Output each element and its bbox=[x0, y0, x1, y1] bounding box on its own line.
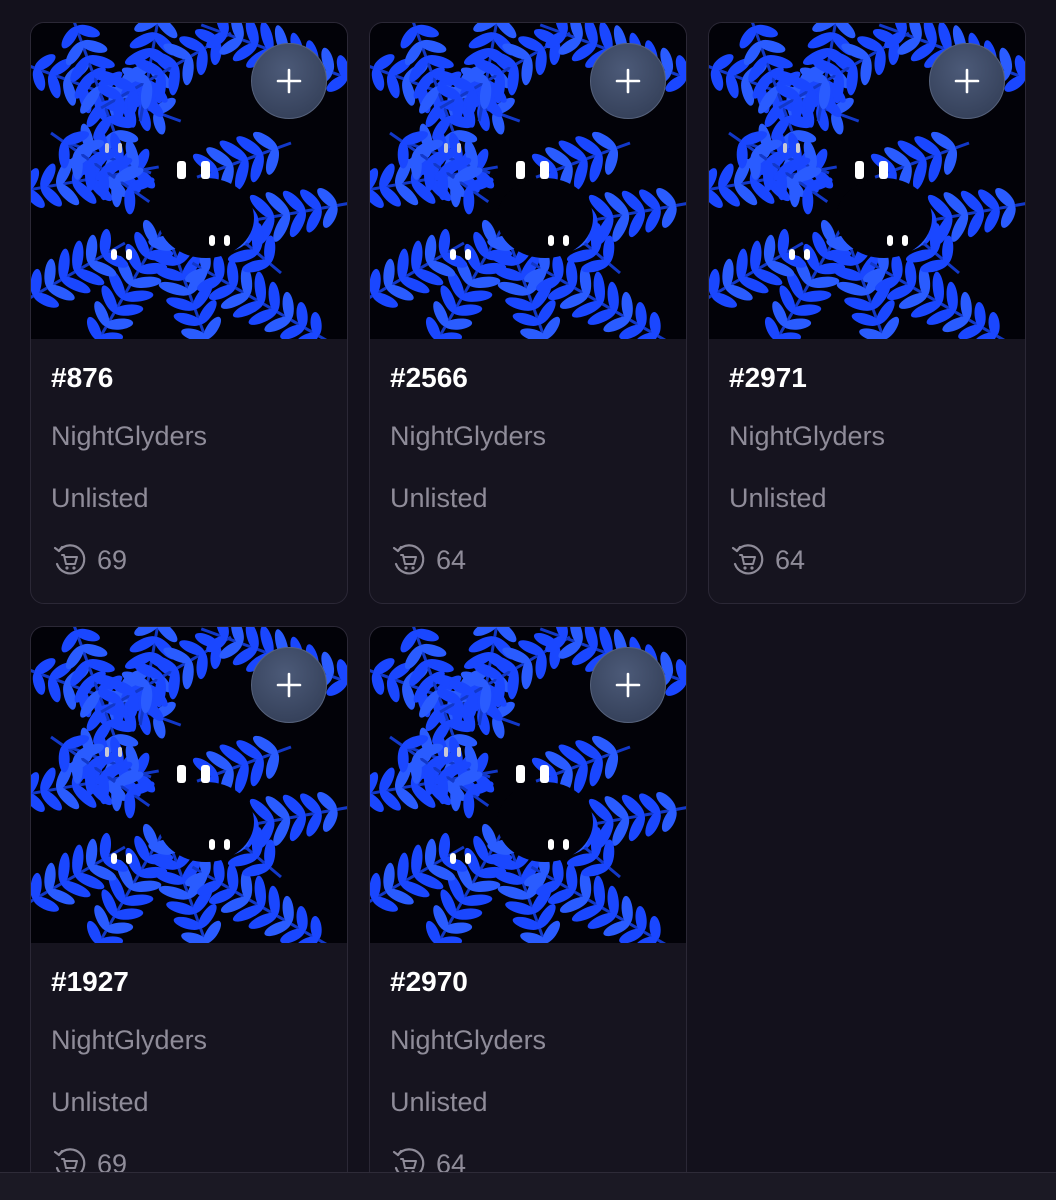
cart-icon bbox=[392, 544, 425, 575]
nft-card[interactable]: #2970 NightGlyders Unlisted 64 bbox=[369, 626, 687, 1172]
cart-icon bbox=[392, 1148, 425, 1172]
plus-icon bbox=[276, 68, 302, 94]
add-to-cart-button[interactable] bbox=[251, 647, 327, 723]
token-id: #2970 bbox=[390, 966, 468, 997]
offers-row: 64 bbox=[729, 543, 1005, 577]
nft-card-info: #2566 NightGlyders Unlisted 64 bbox=[370, 361, 686, 577]
nft-grid: #876 NightGlyders Unlisted 69 #2566 Nigh… bbox=[30, 22, 1026, 1172]
plus-icon bbox=[615, 672, 641, 698]
plus-icon bbox=[276, 672, 302, 698]
offers-row: 69 bbox=[51, 1147, 327, 1172]
offers-count: 64 bbox=[436, 1149, 467, 1172]
nft-card[interactable]: #2566 NightGlyders Unlisted 64 bbox=[369, 22, 687, 604]
nft-thumbnail[interactable] bbox=[709, 23, 1025, 339]
collection-name[interactable]: NightGlyders bbox=[390, 1023, 666, 1057]
offers-count: 69 bbox=[97, 545, 128, 575]
token-id: #2971 bbox=[729, 362, 807, 393]
collection-name[interactable]: NightGlyders bbox=[51, 419, 327, 453]
add-to-cart-button[interactable] bbox=[251, 43, 327, 119]
bottom-bar bbox=[0, 1172, 1056, 1200]
nft-card-info: #1927 NightGlyders Unlisted 69 bbox=[31, 965, 347, 1172]
collection-name[interactable]: NightGlyders bbox=[729, 419, 1005, 453]
offers-row: 64 bbox=[390, 1147, 666, 1172]
add-to-cart-button[interactable] bbox=[929, 43, 1005, 119]
nft-card-info: #876 NightGlyders Unlisted 69 bbox=[31, 361, 347, 577]
nft-card-info: #2971 NightGlyders Unlisted 64 bbox=[709, 361, 1025, 577]
nft-thumbnail[interactable] bbox=[370, 627, 686, 943]
listing-status: Unlisted bbox=[51, 483, 149, 513]
nft-card[interactable]: #1927 NightGlyders Unlisted 69 bbox=[30, 626, 348, 1172]
collection-name[interactable]: NightGlyders bbox=[51, 1023, 327, 1057]
cart-icon bbox=[731, 544, 764, 575]
listing-status: Unlisted bbox=[729, 483, 827, 513]
nft-thumbnail[interactable] bbox=[370, 23, 686, 339]
nft-thumbnail[interactable] bbox=[31, 627, 347, 943]
token-id: #2566 bbox=[390, 362, 468, 393]
nft-card-info: #2970 NightGlyders Unlisted 64 bbox=[370, 965, 686, 1172]
cart-icon bbox=[53, 1148, 86, 1172]
nft-thumbnail[interactable] bbox=[31, 23, 347, 339]
offers-count: 64 bbox=[436, 545, 467, 575]
listing-status: Unlisted bbox=[51, 1087, 149, 1117]
offers-count: 64 bbox=[775, 545, 806, 575]
add-to-cart-button[interactable] bbox=[590, 647, 666, 723]
token-id: #876 bbox=[51, 362, 114, 393]
plus-icon bbox=[615, 68, 641, 94]
listing-status: Unlisted bbox=[390, 483, 488, 513]
plus-icon bbox=[954, 68, 980, 94]
add-to-cart-button[interactable] bbox=[590, 43, 666, 119]
offers-row: 64 bbox=[390, 543, 666, 577]
cart-icon bbox=[53, 544, 86, 575]
nft-gallery-viewport: #876 NightGlyders Unlisted 69 #2566 Nigh… bbox=[0, 0, 1056, 1172]
offers-count: 69 bbox=[97, 1149, 128, 1172]
offers-row: 69 bbox=[51, 543, 327, 577]
nft-card[interactable]: #876 NightGlyders Unlisted 69 bbox=[30, 22, 348, 604]
collection-name[interactable]: NightGlyders bbox=[390, 419, 666, 453]
listing-status: Unlisted bbox=[390, 1087, 488, 1117]
token-id: #1927 bbox=[51, 966, 129, 997]
nft-card[interactable]: #2971 NightGlyders Unlisted 64 bbox=[708, 22, 1026, 604]
